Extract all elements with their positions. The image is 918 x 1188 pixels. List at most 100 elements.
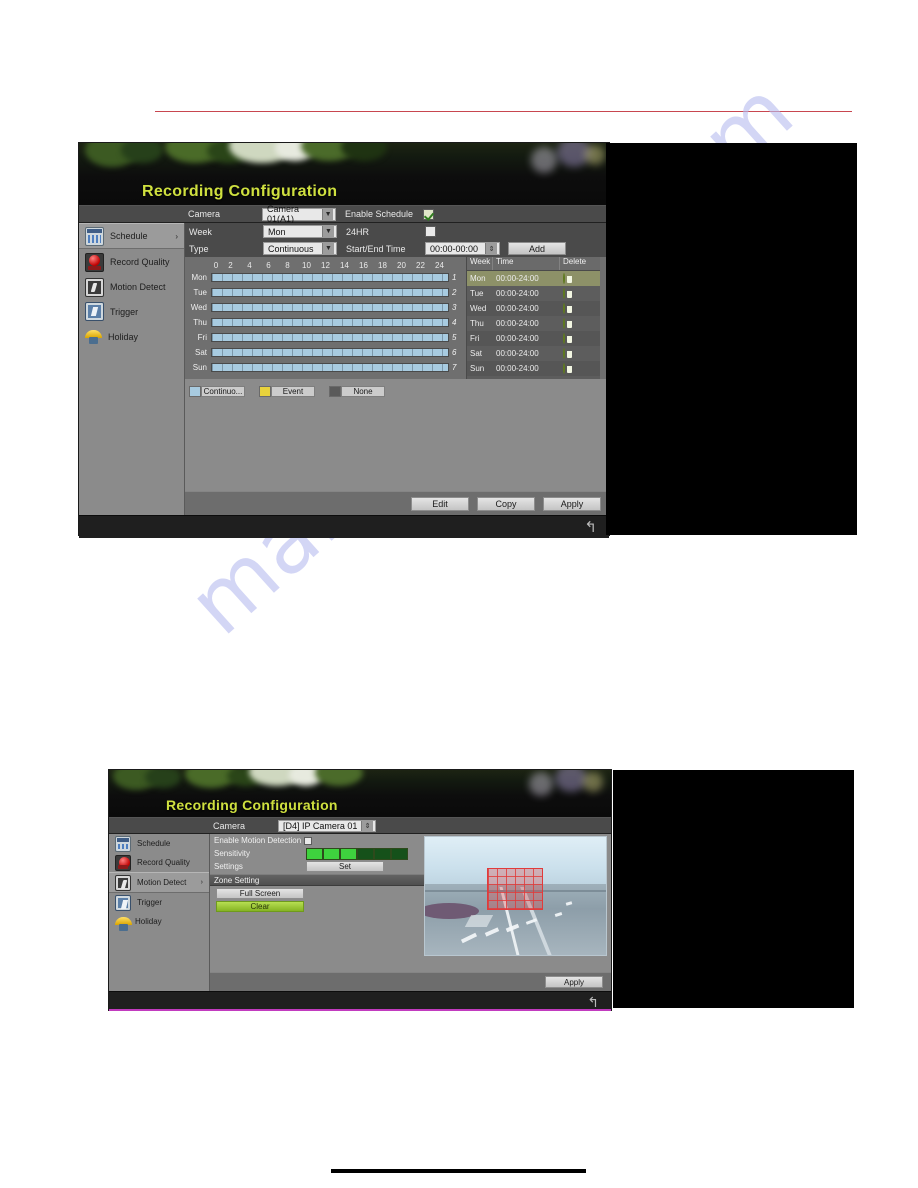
schedule-row[interactable]: Wed 3 xyxy=(185,300,466,315)
sidebar-item-schedule[interactable]: Schedule xyxy=(109,834,209,853)
bokeh-decoration xyxy=(585,145,605,165)
hour-tick: 0 xyxy=(213,261,219,270)
back-arrow-icon[interactable]: ↰ xyxy=(584,520,597,535)
sensitivity-step[interactable] xyxy=(306,847,323,860)
start-end-time-input[interactable]: 00:00-00:00 ⇕ xyxy=(425,242,500,255)
sidebar-item-motion-detect[interactable]: Motion Detect › xyxy=(109,872,209,893)
schedule-row[interactable]: Mon 1 xyxy=(185,270,466,285)
delete-icon[interactable] xyxy=(563,333,565,344)
record-quality-icon xyxy=(115,854,131,871)
schedule-track[interactable] xyxy=(211,318,449,327)
sidebar-item-record-quality[interactable]: Record Quality xyxy=(79,249,184,275)
week-select[interactable]: Mon ▼ xyxy=(263,225,337,238)
delete-icon[interactable] xyxy=(563,303,565,314)
schedule-track[interactable] xyxy=(211,288,449,297)
sidebar-item-motion-detect[interactable]: Motion Detect xyxy=(79,275,184,299)
schedule-grid[interactable]: 0 2 4 6 8 10 12 14 16 18 20 22 24 Mon 1 … xyxy=(185,257,466,379)
table-cell-week: Wed xyxy=(470,304,487,313)
sensitivity-step[interactable] xyxy=(391,847,408,860)
apply-button[interactable]: Apply xyxy=(543,496,601,511)
table-row[interactable]: Sat 00:00-24:00 xyxy=(467,346,600,361)
delete-icon[interactable] xyxy=(563,318,565,329)
type-row: Type Continuous ▼ Start/End Time 00:00-0… xyxy=(185,240,609,257)
sidebar-item-holiday[interactable]: Holiday xyxy=(109,912,209,931)
clear-button[interactable]: Clear xyxy=(216,901,304,912)
motion-detect-icon xyxy=(115,874,131,891)
delete-icon[interactable] xyxy=(563,273,565,284)
set-button[interactable]: Set xyxy=(306,861,384,872)
schedule-row[interactable]: Fri 5 xyxy=(185,330,466,345)
chevron-right-icon: › xyxy=(200,879,203,886)
hr24-checkbox[interactable] xyxy=(425,226,436,237)
full-screen-button[interactable]: Full Screen xyxy=(216,888,304,899)
camera-select[interactable]: Camera 01(A1) ▼ xyxy=(262,204,336,224)
sidebar-item-trigger[interactable]: Trigger xyxy=(79,299,184,324)
motion-detect-icon xyxy=(85,277,104,297)
schedule-day-label: Fri xyxy=(197,333,207,342)
enable-schedule-checkbox[interactable] xyxy=(423,208,435,220)
sidebar-item-holiday[interactable]: Holiday xyxy=(79,324,184,349)
sensitivity-slider[interactable] xyxy=(306,847,408,860)
schedule-track[interactable] xyxy=(211,273,449,282)
hour-tick: 20 xyxy=(397,261,406,270)
sensitivity-step[interactable] xyxy=(374,847,391,860)
camera-preview[interactable] xyxy=(424,836,607,956)
sidebar-item-label: Motion Detect xyxy=(137,878,187,887)
enable-motion-checkbox[interactable] xyxy=(304,836,313,845)
camera-toolbar: Camera [D4] IP Camera 01 ⇕ xyxy=(109,817,611,834)
schedule-track[interactable] xyxy=(211,303,449,312)
schedule-row[interactable]: Tue 2 xyxy=(185,285,466,300)
holiday-icon xyxy=(115,915,132,931)
table-cell-time: 00:00-24:00 xyxy=(496,304,539,313)
spinner-icon: ⇕ xyxy=(485,243,497,254)
main-content: Enable Motion Detection Sensitivity Sett… xyxy=(210,834,611,991)
zone-buttons: Full Screen Clear xyxy=(210,886,424,912)
hour-tick: 2 xyxy=(228,261,233,270)
sensitivity-step[interactable] xyxy=(340,847,357,860)
window-title: Recording Configuration xyxy=(142,183,338,200)
camera-select[interactable]: [D4] IP Camera 01 ⇕ xyxy=(278,819,376,832)
enable-motion-row: Enable Motion Detection xyxy=(210,834,424,847)
calendar-icon xyxy=(85,226,104,246)
page-footer-rule xyxy=(331,1169,586,1173)
bokeh-decoration xyxy=(529,772,553,796)
hour-tick: 18 xyxy=(378,261,387,270)
sidebar-item-label: Trigger xyxy=(137,898,163,907)
table-row[interactable]: Fri 00:00-24:00 xyxy=(467,331,600,346)
legend-label-event: Event xyxy=(271,385,315,397)
table-row[interactable]: Wed 00:00-24:00 xyxy=(467,301,600,316)
copy-button[interactable]: Copy xyxy=(477,496,535,511)
schedule-track[interactable] xyxy=(211,333,449,342)
hr24-label: 24HR xyxy=(346,226,370,237)
type-select-value: Continuous xyxy=(268,243,314,254)
sidebar-item-schedule[interactable]: Schedule › xyxy=(79,223,184,249)
table-row[interactable]: Thu 00:00-24:00 xyxy=(467,316,600,331)
schedule-day-label: Sun xyxy=(192,363,207,372)
motion-zone-overlay[interactable] xyxy=(486,867,543,910)
delete-icon[interactable] xyxy=(563,288,565,299)
record-quality-icon xyxy=(85,252,104,272)
back-arrow-icon[interactable]: ↰ xyxy=(587,995,599,1009)
table-row[interactable]: Tue 00:00-24:00 xyxy=(467,286,600,301)
table-row[interactable]: Mon 00:00-24:00 xyxy=(467,271,600,286)
schedule-track[interactable] xyxy=(211,363,449,372)
delete-icon[interactable] xyxy=(563,363,565,374)
sidebar-item-label: Record Quality xyxy=(137,858,190,867)
type-select[interactable]: Continuous ▼ xyxy=(263,242,337,255)
edit-button[interactable]: Edit xyxy=(411,496,469,511)
legend-label-none: None xyxy=(341,385,385,397)
sensitivity-step[interactable] xyxy=(357,847,374,860)
schedule-track[interactable] xyxy=(211,348,449,357)
schedule-row[interactable]: Sun 7 xyxy=(185,360,466,375)
delete-icon[interactable] xyxy=(563,348,565,359)
schedule-row[interactable]: Thu 4 xyxy=(185,315,466,330)
schedule-row[interactable]: Sat 6 xyxy=(185,345,466,360)
sidebar-item-record-quality[interactable]: Record Quality xyxy=(109,853,209,872)
leaf-decoration xyxy=(145,770,181,788)
bokeh-decoration xyxy=(531,147,557,173)
add-button[interactable]: Add xyxy=(508,242,566,255)
sidebar-item-trigger[interactable]: Trigger xyxy=(109,893,209,912)
apply-button[interactable]: Apply xyxy=(545,976,603,988)
table-row[interactable]: Sun 00:00-24:00 xyxy=(467,361,600,376)
sensitivity-step[interactable] xyxy=(323,847,340,860)
